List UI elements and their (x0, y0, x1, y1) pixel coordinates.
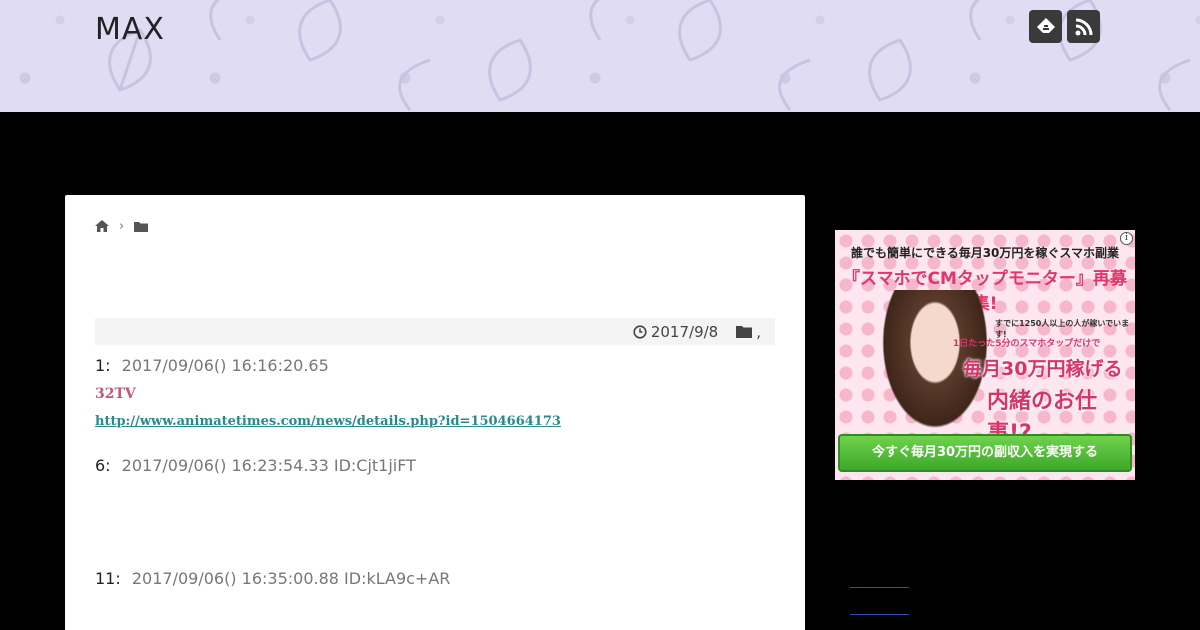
post-header-6: 6: 2017/09/06() 16:23:54.33 ID:Cjt1jiFT (95, 456, 416, 475)
post-info: 2017/09/06() 16:16:20.65 (121, 356, 329, 375)
site-header: MAX (0, 0, 1200, 112)
ad-top-text: 誰でも簡単にできる毎月30万円を稼ぐスマホ副業 (850, 246, 1120, 260)
source-link[interactable]: http://www.animatetimes.com/news/details… (95, 414, 561, 429)
article-card: › 2017/9/8 , 1: 2017/09/06() 16:16:20.65… (65, 195, 805, 630)
sidebar-link-underline[interactable] (850, 614, 909, 615)
post-meta-bar: 2017/9/8 , (95, 318, 775, 345)
post-body-name: 32TV (95, 386, 136, 402)
post-number: 1: (95, 356, 111, 375)
post-date: 2017/9/8 (633, 323, 718, 341)
post-info: 2017/09/06() 16:35:00.88 ID:kLA9c+AR (131, 569, 451, 588)
site-title[interactable]: MAX (95, 12, 165, 47)
category-separator: , (756, 322, 761, 341)
ad-mid-text: 1日たった5分のスマホタップだけで (953, 339, 1101, 349)
post-date-text: 2017/9/8 (650, 322, 719, 341)
post-number: 6: (95, 456, 111, 475)
breadcrumb: › (95, 217, 149, 236)
rss-icon[interactable] (1067, 10, 1100, 43)
post-info: 2017/09/06() 16:23:54.33 ID:Cjt1jiFT (121, 456, 416, 475)
post-header-1: 1: 2017/09/06() 16:16:20.65 (95, 356, 329, 375)
post-header-11: 11: 2017/09/06() 16:35:00.88 ID:kLA9c+AR (95, 569, 450, 588)
folder-icon (736, 326, 753, 338)
sidebar-ad-banner[interactable]: i 誰でも簡単にできる毎月30万円を稼ぐスマホ副業 『スマホでCMタップモニター… (835, 230, 1135, 480)
ad-cta-button[interactable]: 今すぐ毎月30万円の副収入を実現する (838, 434, 1132, 472)
sidebar-link-underline[interactable] (850, 587, 909, 588)
ad-headline-1: 毎月30万円稼げる (963, 358, 1123, 380)
clock-icon (633, 324, 647, 339)
feedly-icon[interactable] (1029, 10, 1062, 43)
breadcrumb-separator: › (119, 219, 125, 234)
folder-icon[interactable] (134, 217, 149, 236)
post-number: 11: (95, 569, 121, 588)
home-icon[interactable] (95, 217, 109, 236)
post-category[interactable]: , (736, 323, 761, 341)
header-leaf-pattern (108, 0, 1191, 111)
header-icons (1029, 10, 1100, 43)
